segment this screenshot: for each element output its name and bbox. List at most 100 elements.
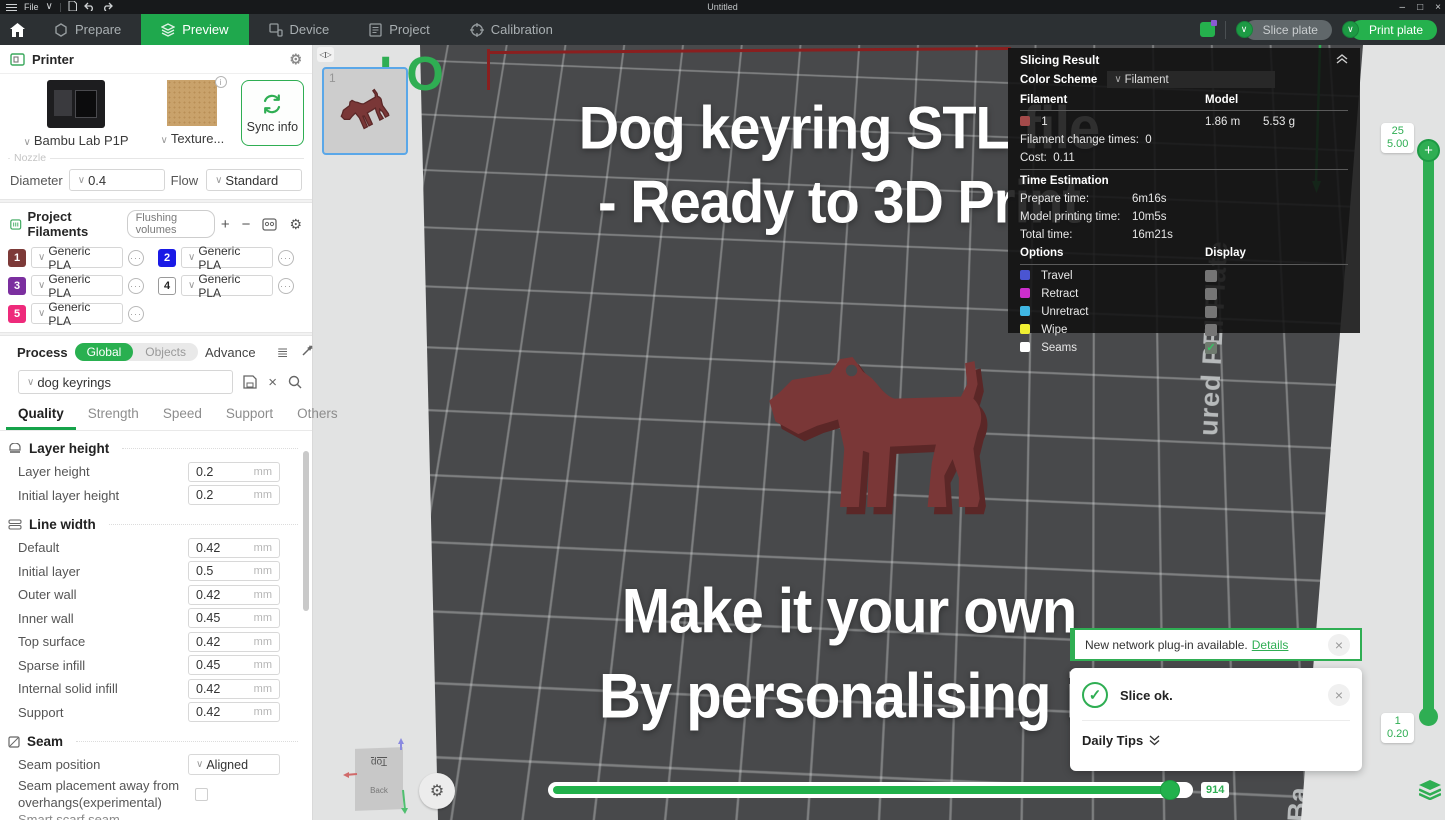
travel-display-checkbox[interactable] — [1205, 270, 1217, 282]
flushing-volumes-button[interactable]: Flushing volumes — [127, 210, 215, 238]
filament-color-swatch[interactable]: 5 — [8, 305, 26, 323]
tab-speed[interactable]: Speed — [151, 402, 214, 430]
segment-global[interactable]: Global — [75, 343, 134, 361]
home-button[interactable] — [0, 14, 34, 45]
tab-preview[interactable]: Preview — [141, 14, 248, 45]
outer-wall-line-width-input[interactable]: 0.42mm — [188, 585, 280, 605]
add-filament-button[interactable]: + — [221, 216, 230, 233]
tab-project[interactable]: Project — [349, 14, 449, 45]
sync-info-button[interactable]: Sync info — [241, 80, 304, 146]
segment-objects[interactable]: Objects — [133, 343, 198, 361]
seam-overhang-checkbox[interactable] — [195, 788, 208, 801]
initial-layer-line-width-input[interactable]: 0.5mm — [188, 561, 280, 581]
flow-select[interactable]: ∨ Standard — [206, 169, 302, 191]
close-icon[interactable]: × — [1328, 634, 1350, 656]
printer-model-name[interactable]: Bambu Lab P1P — [34, 133, 129, 148]
retract-color-swatch — [1020, 288, 1030, 298]
retract-display-checkbox[interactable] — [1205, 288, 1217, 300]
filament-color-swatch[interactable]: 2 — [158, 249, 176, 267]
dog-keyring-model[interactable] — [763, 347, 1013, 517]
filament-color-swatch[interactable]: 4 — [158, 277, 176, 295]
filament-color-swatch[interactable]: 1 — [8, 249, 26, 267]
internal-solid-infill-line-width-input[interactable]: 0.42mm — [188, 679, 280, 699]
close-button[interactable]: × — [1435, 2, 1441, 13]
minimize-button[interactable]: – — [1400, 2, 1406, 13]
plate-thumbnail[interactable]: 1 — [322, 67, 408, 155]
color-scheme-select[interactable]: ∨ Filament — [1107, 71, 1275, 88]
support-line-width-input[interactable]: 0.42mm — [188, 702, 280, 722]
move-slider-track[interactable] — [548, 782, 1193, 798]
move-slider-handle[interactable] — [1160, 780, 1180, 800]
initial-layer-height-input[interactable]: 0.2mm — [188, 485, 280, 505]
preset-select[interactable]: ∨ dog keyrings — [18, 370, 233, 394]
scrollbar[interactable] — [303, 451, 309, 611]
filament-select[interactable]: ∨Generic PLA — [31, 275, 123, 296]
daily-tips-button[interactable]: Daily Tips — [1082, 733, 1350, 748]
sparse-infill-line-width-input[interactable]: 0.45mm — [188, 655, 280, 675]
slicing-result-panel: Slicing Result Color Scheme ∨ Filament F… — [1008, 48, 1360, 333]
layer-slider-bottom-handle[interactable] — [1419, 707, 1438, 726]
filament-select[interactable]: ∨Generic PLA — [181, 275, 273, 296]
filament-select[interactable]: ∨Generic PLA — [181, 247, 273, 268]
ams-icon[interactable] — [262, 218, 277, 231]
tab-strength[interactable]: Strength — [76, 402, 151, 430]
print-plate-button[interactable]: ∨ Print plate — [1342, 20, 1437, 40]
tab-device[interactable]: Device — [249, 14, 350, 45]
global-objects-toggle[interactable]: Global Objects — [75, 343, 198, 361]
reset-wand-icon[interactable] — [301, 344, 314, 357]
close-icon[interactable]: × — [1328, 684, 1350, 706]
filament-select[interactable]: ∨Generic PLA — [31, 247, 123, 268]
orientation-widget[interactable]: Top Back — [343, 738, 413, 820]
wipe-display-checkbox[interactable] — [1205, 324, 1217, 336]
layers-icon[interactable] — [1419, 780, 1441, 800]
save-preset-icon[interactable] — [243, 375, 257, 389]
default-line-width-input[interactable]: 0.42mm — [188, 538, 280, 558]
collapse-panel-icon[interactable] — [1336, 54, 1348, 67]
filament-edit-icon[interactable]: ··· — [128, 278, 144, 294]
layer-height-input[interactable]: 0.2mm — [188, 462, 280, 482]
filament-select[interactable]: ∨Generic PLA — [31, 303, 123, 324]
param-row: Outer wall 0.42mm — [0, 583, 312, 607]
filament-edit-icon[interactable]: ··· — [128, 250, 144, 266]
tab-calibration[interactable]: Calibration — [450, 14, 573, 45]
filament-edit-icon[interactable]: ··· — [278, 278, 294, 294]
tab-others[interactable]: Others — [285, 402, 350, 430]
filament-slot-4: 4 ∨Generic PLA ··· — [158, 275, 304, 296]
tab-quality[interactable]: Quality — [6, 402, 76, 430]
filament-settings-gear-icon[interactable]: ⚙ — [289, 216, 302, 233]
printer-model-card[interactable]: ∨Bambu Lab P1P — [8, 80, 144, 148]
printer-settings-gear-icon[interactable]: ⚙ — [289, 51, 302, 68]
viewport-3d[interactable]: ured PEI Plate Ba Dog keyring STL file -… — [313, 45, 1445, 820]
slice-plate-button[interactable]: ∨ Slice plate — [1236, 20, 1332, 40]
thumbnail-panel-toggle[interactable]: ◁▷ — [317, 47, 334, 62]
slice-dropdown-icon[interactable]: ∨ — [1236, 21, 1253, 38]
list-view-icon[interactable]: ≣ — [277, 344, 289, 361]
tab-prepare[interactable]: Prepare — [34, 14, 141, 45]
filament-slot-3: 3 ∨Generic PLA ··· — [8, 275, 154, 296]
search-icon[interactable] — [288, 375, 302, 389]
section-seam: Seam — [0, 724, 312, 753]
gcode-options-button[interactable]: ⚙ — [419, 773, 455, 809]
diameter-select[interactable]: ∨ 0.4 — [69, 169, 165, 191]
filament-edit-icon[interactable]: ··· — [278, 250, 294, 266]
filament-color-swatch[interactable]: 3 — [8, 277, 26, 295]
filament-edit-icon[interactable]: ··· — [128, 306, 144, 322]
plugin-details-link[interactable]: Details — [1252, 638, 1289, 652]
filament-icon — [10, 218, 22, 231]
printer-status-icon[interactable] — [1200, 22, 1215, 37]
clear-icon[interactable]: × — [268, 374, 277, 391]
print-dropdown-icon[interactable]: ∨ — [1342, 21, 1359, 38]
seams-display-checkbox[interactable]: ✓ — [1205, 342, 1217, 354]
top-surface-line-width-input[interactable]: 0.42mm — [188, 632, 280, 652]
layer-slider-track[interactable] — [1423, 150, 1434, 720]
unretract-display-checkbox[interactable] — [1205, 306, 1217, 318]
tab-support[interactable]: Support — [214, 402, 285, 430]
inner-wall-line-width-input[interactable]: 0.45mm — [188, 608, 280, 628]
plate-type-name[interactable]: Texture... — [171, 131, 224, 146]
maximize-button[interactable]: □ — [1417, 2, 1423, 13]
remove-filament-button[interactable]: − — [242, 216, 251, 233]
plate-type-card[interactable]: i ∨Texture... — [152, 80, 233, 146]
layer-slider-top-handle[interactable]: + — [1417, 139, 1440, 162]
info-icon[interactable]: i — [215, 76, 227, 88]
seam-position-select[interactable]: ∨Aligned — [188, 754, 280, 775]
